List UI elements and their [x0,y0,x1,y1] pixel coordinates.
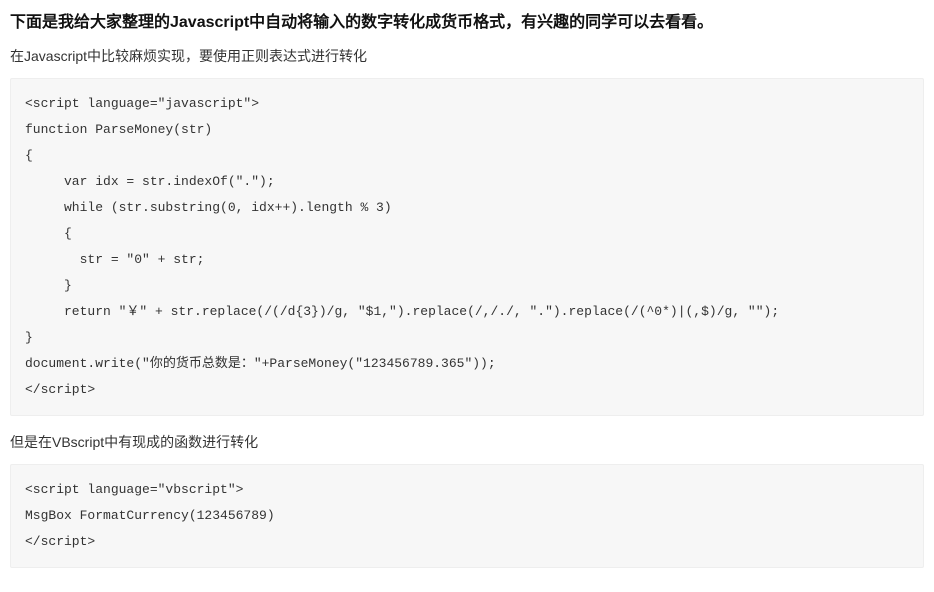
intro-paragraph: 在Javascript中比较麻烦实现，要使用正则表达式进行转化 [10,46,924,66]
page-title: 下面是我给大家整理的Javascript中自动将输入的数字转化成货币格式，有兴趣… [10,8,924,32]
code-block-js: <script language="javascript"> function … [10,78,924,416]
code-block-vb: <script language="vbscript"> MsgBox Form… [10,464,924,568]
mid-paragraph: 但是在VBscript中有现成的函数进行转化 [10,432,924,452]
